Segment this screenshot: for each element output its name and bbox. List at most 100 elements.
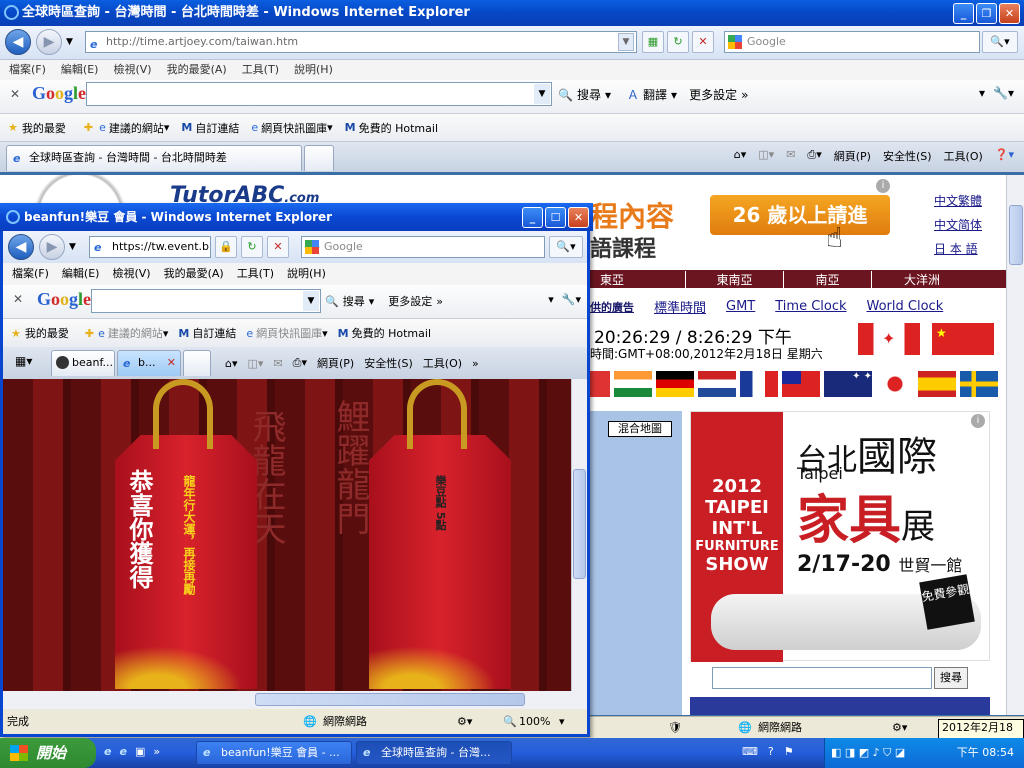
lang-link-traditional[interactable]: 中文繁體: [934, 189, 982, 213]
popup-menu-help[interactable]: 說明(H): [287, 263, 326, 285]
close-button[interactable]: ✕: [999, 3, 1020, 24]
quicklaunch-desktop-icon[interactable]: ▣: [135, 745, 145, 758]
sweden-flag-icon[interactable]: [960, 371, 998, 397]
home-icon[interactable]: ⌂▾: [734, 148, 747, 164]
popup-toolbar-options-icon[interactable]: ▾: [548, 293, 554, 306]
mail-icon[interactable]: ✉: [786, 148, 795, 164]
main-vertical-scrollbar[interactable]: [1006, 175, 1024, 715]
region-east-asia[interactable]: 東亞: [590, 270, 686, 288]
canada-flag-icon[interactable]: ✦: [858, 323, 920, 355]
stop-icon[interactable]: ✕: [692, 31, 714, 53]
print-icon[interactable]: ⎙▾: [807, 148, 821, 164]
restore-button[interactable]: ❐: [976, 3, 997, 24]
taiwan-flag-icon[interactable]: [782, 371, 820, 397]
china-flag-icon[interactable]: ★: [932, 323, 994, 355]
popup-protected-mode-icon[interactable]: ⚙▾: [457, 709, 472, 734]
popup-hotmail-link[interactable]: 免費的 Hotmail: [352, 325, 431, 341]
france-flag-icon[interactable]: [740, 371, 778, 397]
link-standard-time[interactable]: 標準時間: [654, 297, 706, 316]
hybrid-map-button[interactable]: 混合地圖: [608, 421, 672, 437]
google-search-button[interactable]: 搜尋: [577, 86, 601, 103]
popup-forward-button[interactable]: ▶: [39, 234, 65, 260]
map-area[interactable]: 混合地圖: [590, 411, 682, 715]
site-search-input[interactable]: [712, 667, 932, 689]
lang-link-simplified[interactable]: 中文简体: [934, 213, 982, 237]
popup-page-menu[interactable]: 網頁(P): [317, 355, 354, 371]
tools-menu[interactable]: 工具(O): [944, 148, 983, 164]
popup-back-button[interactable]: ◀: [8, 234, 34, 260]
ad-age-button[interactable]: 26 歲以上請進: [710, 195, 890, 235]
search-box[interactable]: Google: [724, 31, 980, 53]
popup-zoom-icon[interactable]: 🔍: [503, 709, 517, 734]
more-settings-button[interactable]: 更多設定: [689, 86, 737, 103]
popup-zoom-dropdown-icon[interactable]: ▾: [559, 709, 565, 734]
popup-google-dropdown-icon[interactable]: ▼: [303, 291, 319, 311]
popup-mail-icon[interactable]: ✉: [273, 357, 282, 370]
quicklaunch-more-icon[interactable]: »: [153, 745, 160, 758]
compatibility-view-icon[interactable]: ▦: [642, 31, 664, 53]
popup-refresh-icon[interactable]: ↻: [241, 236, 263, 258]
popup-custom-links-link[interactable]: 自訂連結: [192, 325, 236, 341]
popup-wrench-icon[interactable]: 🔧▾: [562, 293, 581, 306]
popup-stop-icon[interactable]: ✕: [267, 236, 289, 258]
menu-view[interactable]: 檢視(V): [113, 60, 151, 80]
page-menu[interactable]: 網頁(P): [834, 148, 871, 164]
popup-google-search-input[interactable]: ▼: [91, 289, 321, 313]
minimize-button[interactable]: _: [953, 3, 974, 24]
link-gmt[interactable]: GMT: [726, 299, 755, 314]
link-time-clock[interactable]: Time Clock: [775, 299, 846, 314]
furniture-expo-ad[interactable]: 2012 TAIPEI INT'L FURNITURE SHOW i 台北國際 …: [690, 411, 990, 662]
australia-flag-icon[interactable]: ✦ ✦: [824, 371, 872, 397]
popup-hscroll-thumb[interactable]: [255, 693, 525, 706]
feeds-icon[interactable]: ◫▾: [758, 148, 774, 164]
quicklaunch-ie-icon-2[interactable]: e: [119, 745, 126, 758]
popup-google-search-button[interactable]: 搜尋: [343, 293, 365, 309]
germany-flag-icon[interactable]: [656, 371, 694, 397]
flag-icon[interactable]: [590, 371, 610, 397]
link-world-clock[interactable]: World Clock: [867, 299, 944, 314]
ad-info-icon[interactable]: i: [876, 179, 890, 193]
japan-flag-icon[interactable]: [876, 371, 914, 397]
popup-toolbar-close-icon[interactable]: ✕: [13, 292, 23, 306]
web-slices-link[interactable]: 網頁快訊圖庫: [261, 120, 327, 136]
popup-vertical-scrollbar[interactable]: [571, 379, 587, 691]
menu-edit[interactable]: 編輯(E): [61, 60, 99, 80]
tray-icons[interactable]: ◧ ◨ ◩ ♪ ⛉ ◪: [831, 738, 905, 768]
popup-add-favorites-icon[interactable]: ✚: [85, 327, 94, 340]
forward-button[interactable]: ▶: [36, 29, 62, 55]
popup-menu-file[interactable]: 檔案(F): [12, 263, 49, 285]
popup-close-button[interactable]: ✕: [568, 207, 589, 228]
tab-active[interactable]: e 全球時區查詢 - 台灣時間 - 台北時間時差: [6, 145, 302, 171]
taskbar-button-beanfun[interactable]: e beanfun!樂豆 會員 - ...: [196, 741, 352, 765]
main-window-titlebar[interactable]: 全球時區查詢 - 台灣時間 - 台北時間時差 - Windows Interne…: [0, 0, 1024, 26]
quicklaunch-ie-icon[interactable]: e: [104, 745, 111, 758]
menu-tools[interactable]: 工具(T): [242, 60, 279, 80]
start-button[interactable]: 開始: [0, 738, 96, 768]
popup-print-icon[interactable]: ⎙▾: [293, 356, 307, 370]
india-flag-icon[interactable]: [614, 371, 652, 397]
popup-lock-icon[interactable]: 🔒: [215, 236, 237, 258]
menu-favorites[interactable]: 我的最愛(A): [167, 60, 227, 80]
popup-address-bar[interactable]: e https://tw.event.b: [89, 236, 211, 258]
popup-minimize-button[interactable]: _: [522, 207, 543, 228]
menu-help[interactable]: 說明(H): [294, 60, 333, 80]
custom-links-link[interactable]: 自訂連結: [195, 120, 239, 136]
lang-link-japanese[interactable]: 日 本 語: [934, 237, 982, 261]
region-oceania[interactable]: 大洋洲: [872, 271, 972, 288]
popup-favorites-button[interactable]: 我的最愛: [25, 325, 69, 341]
menu-file[interactable]: 檔案(F): [9, 60, 46, 80]
quick-tabs-icon[interactable]: ▦▾: [15, 354, 32, 368]
back-button[interactable]: ◀: [5, 29, 31, 55]
popup-more-settings-button[interactable]: 更多設定: [388, 293, 432, 309]
popup-titlebar[interactable]: beanfun!樂豆 會員 - Windows Internet Explore…: [0, 203, 593, 231]
taskbar-button-timezone[interactable]: e 全球時區查詢 - 台灣...: [356, 741, 512, 765]
suggested-sites-link[interactable]: 建議的網站: [109, 120, 164, 136]
popup-safety-menu[interactable]: 安全性(S): [364, 355, 413, 371]
dropdown-icon[interactable]: ▼: [534, 84, 550, 104]
popup-menu-favorites[interactable]: 我的最愛(A): [164, 263, 224, 285]
recent-pages-dropdown-icon[interactable]: ▼: [66, 37, 73, 47]
popup-zoom-level[interactable]: 100%: [519, 709, 550, 734]
popup-menu-view[interactable]: 檢視(V): [112, 263, 150, 285]
language-icon[interactable]: ⚑: [784, 745, 794, 758]
popup-menu-edit[interactable]: 編輯(E): [62, 263, 100, 285]
